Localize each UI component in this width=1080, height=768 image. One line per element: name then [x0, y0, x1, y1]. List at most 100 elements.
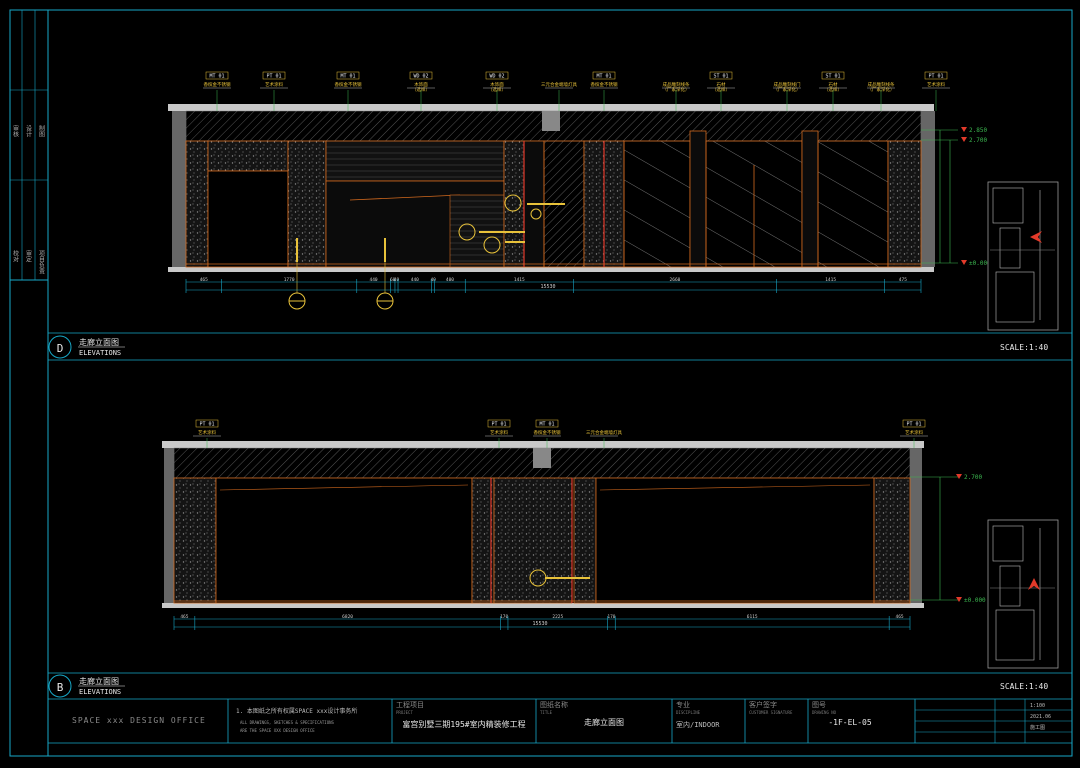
- key-plan-top: [987, 181, 1059, 331]
- material-code: MT 01: [209, 74, 224, 80]
- material-description: 香槟金不锈钢: [335, 81, 362, 88]
- level-label: ±0.000: [964, 597, 986, 604]
- dimension-value: 400: [446, 277, 454, 283]
- dimension-line: 15530: [174, 618, 910, 628]
- material-description: 艺术涂料: [198, 429, 216, 436]
- dimension-value: 40: [430, 277, 436, 283]
- elevation-d-title: D 走廊立面图 ELEVATIONS SCALE:1:40: [48, 335, 1048, 359]
- elevation-marker: B: [57, 681, 64, 694]
- discipline: 室内/INDOOR: [676, 720, 720, 729]
- material-description: 成品雕刻线门: [774, 81, 801, 88]
- dimension-value: 1415: [514, 277, 525, 283]
- material-code: WD 02: [413, 74, 428, 80]
- strip-label: 校对: [12, 249, 19, 262]
- material-description: （厂家深化）: [868, 86, 895, 93]
- material-description: 艺术涂料: [265, 81, 283, 88]
- dimension-value: 40: [394, 277, 400, 283]
- dimension-value: 1415: [825, 277, 836, 283]
- level-label: 2.700: [964, 474, 982, 481]
- dimension-value: 465: [200, 277, 208, 283]
- drawing-number: -1F-EL-05: [828, 718, 872, 727]
- material-description: 石材: [717, 81, 726, 88]
- strip-label: 设计: [25, 124, 32, 138]
- strip-label: 项目负责: [38, 250, 45, 275]
- client-label: 客户签字: [749, 700, 777, 709]
- scale-value: 1:100: [1030, 703, 1045, 709]
- date-value: 2021.06: [1030, 714, 1051, 720]
- dimension-value: 1770: [284, 277, 295, 283]
- material-description: 三元合金端墙灯具: [586, 429, 622, 436]
- project-name: 富宫别墅三期195#室内精装修工程: [402, 719, 525, 729]
- project-label: 工程项目: [396, 700, 424, 709]
- note-line: 1. 本图纸之所有权属SPACE xxx设计事务所: [236, 707, 357, 715]
- material-description: （选样）: [712, 86, 730, 93]
- material-description: 香槟金不锈钢: [591, 81, 618, 88]
- dimension-total: 15530: [532, 621, 547, 627]
- scale-label: SCALE:1:40: [1000, 682, 1048, 691]
- material-description: （厂家深化）: [774, 86, 801, 93]
- discipline-label: 专业: [676, 700, 690, 709]
- note-line: ARE THE SPACE XXX DESIGN OFFICE: [240, 728, 315, 733]
- material-description: 成品雕刻线条: [663, 81, 690, 88]
- note-line: ALL DRAWINGS, SKETCHES & SPECIFICATIONS: [240, 720, 335, 725]
- dimension-value: 465: [180, 614, 188, 620]
- left-signature-strip: 审核 设计 制图 校对 审定 项目负责: [12, 124, 45, 275]
- drawing-name-label: 图纸名称: [540, 700, 568, 709]
- material-description: 艺术涂料: [905, 429, 923, 436]
- material-description: 木饰面: [490, 81, 504, 88]
- elevation-subtitle: ELEVATIONS: [79, 349, 121, 357]
- material-code: ST 01: [825, 74, 840, 80]
- drawing-no-label-en: DRAWING NO: [812, 710, 837, 715]
- material-description: 石材: [829, 81, 838, 88]
- material-description: （厂家深化）: [663, 86, 690, 93]
- client-label-en: CUSTOMER SIGNATURE: [749, 710, 793, 715]
- scale-label: SCALE:1:40: [1000, 343, 1048, 352]
- material-description: 艺术涂料: [490, 429, 508, 436]
- material-code: PT 01: [199, 422, 214, 428]
- material-code: MT 01: [539, 422, 554, 428]
- dimension-value: 170: [607, 614, 615, 620]
- drawing-name: 走廊立面图: [584, 717, 624, 727]
- elevation-title: 走廊立面图: [79, 337, 119, 347]
- material-code: WD 02: [489, 74, 504, 80]
- material-code: ST 01: [713, 74, 728, 80]
- dimension-value: 6115: [747, 614, 758, 620]
- dimension-value: 170: [500, 614, 508, 620]
- material-code: MT 01: [340, 74, 355, 80]
- dimension-value: 465: [896, 614, 904, 620]
- key-plan-bottom: [987, 519, 1059, 669]
- material-description: （选样）: [824, 86, 842, 93]
- elevation-b: 2.700 ±0.000 15530 465 6820 170 2225 170 6115…: [162, 419, 986, 630]
- material-description: 香槟金不锈钢: [204, 81, 231, 88]
- material-description: 木饰面: [414, 81, 428, 88]
- level-label: 2.850: [969, 127, 987, 134]
- dimension-value: 475: [899, 277, 907, 283]
- stage-value: 施工图: [1030, 724, 1045, 731]
- elevation-d: 2.850 2.700 ±0.000 15530 465 1770 440 6040 4…: [168, 71, 991, 310]
- discipline-label-en: DISCIPLINE: [676, 710, 701, 715]
- elevation-marker: D: [57, 342, 64, 355]
- dimension-value: 440: [369, 277, 377, 283]
- elevation-title: 走廊立面图: [79, 676, 119, 686]
- strip-label: 审核: [12, 124, 19, 138]
- drawing-no-label: 图号: [812, 701, 826, 709]
- strip-label: 审定: [25, 249, 32, 263]
- dimension-value: 6820: [342, 614, 353, 620]
- dimension-line: 15530: [186, 281, 921, 291]
- dimension-value: 440: [411, 277, 419, 283]
- material-description: 香槟金不锈钢: [534, 429, 561, 436]
- material-code: PT 01: [928, 74, 943, 80]
- strip-label: 制图: [38, 124, 45, 138]
- material-code: MT 01: [596, 74, 611, 80]
- material-description: （选样）: [412, 86, 430, 93]
- material-code: PT 01: [491, 422, 506, 428]
- material-description: 三元合金端墙灯具: [541, 81, 577, 88]
- material-code: PT 01: [906, 422, 921, 428]
- dimension-value: 2660: [670, 277, 681, 283]
- office-name: SPACE xxx DESIGN OFFICE: [72, 716, 206, 725]
- drawing-name-label-en: TITLE: [540, 710, 553, 715]
- elevation-subtitle: ELEVATIONS: [79, 688, 121, 696]
- elevation-b-title: B 走廊立面图 ELEVATIONS SCALE:1:40: [48, 674, 1048, 698]
- dimension-total: 15530: [540, 284, 555, 290]
- level-label: 2.700: [969, 137, 987, 144]
